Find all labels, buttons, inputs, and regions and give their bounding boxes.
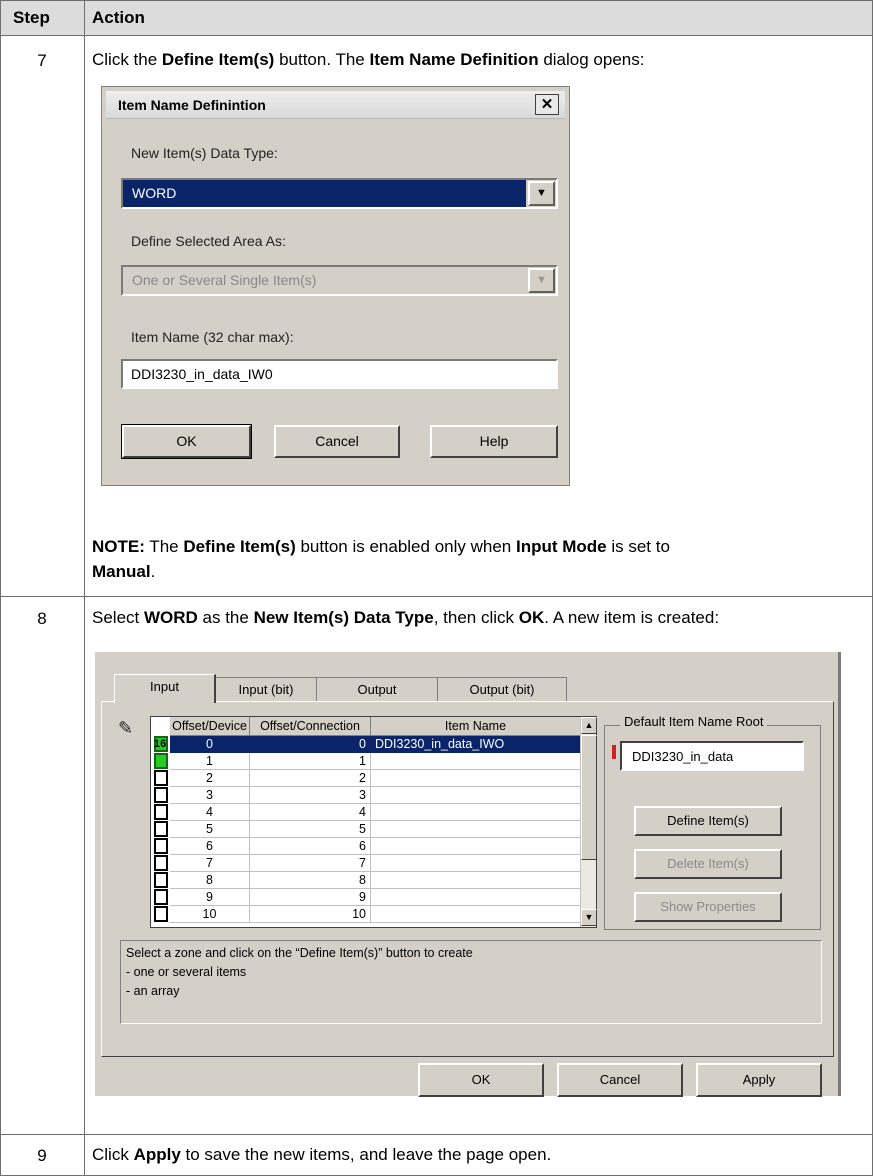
step-number: 9: [37, 1146, 47, 1165]
cell-offset-device: 2: [170, 770, 250, 787]
row-marker: [154, 770, 168, 786]
default-root-input[interactable]: DDI3230_in_data: [620, 741, 804, 771]
area-label: Define Selected Area As:: [131, 233, 286, 249]
cell-offset-connection: 7: [250, 855, 371, 872]
note-text: NOTE: The Define Item(s) button is enabl…: [92, 537, 670, 556]
header-step: Step: [13, 8, 50, 27]
cell-offset-connection: 3: [250, 787, 371, 804]
area-select: One or Several Single Item(s) ▼: [121, 265, 558, 296]
ok-button[interactable]: OK: [121, 424, 252, 459]
cell-offset-connection: 6: [250, 838, 371, 855]
hint-line: - one or several items: [126, 965, 247, 979]
cell-offset-device: 10: [170, 906, 250, 923]
scroll-down-icon[interactable]: ▼: [581, 909, 597, 926]
tab-output[interactable]: Output: [316, 677, 438, 702]
cell-offset-connection: 4: [250, 804, 371, 821]
col-offset-device[interactable]: Offset/Device: [170, 717, 250, 736]
cell-offset-connection: 10: [250, 906, 371, 923]
pencil-icon: ✎: [118, 718, 134, 738]
data-type-select[interactable]: WORD ▼: [121, 178, 558, 209]
row-marker: 16: [154, 736, 168, 752]
item-name-input[interactable]: DDI3230_in_data_IW0: [121, 359, 558, 389]
row-marker: [154, 821, 168, 837]
data-type-label: New Item(s) Data Type:: [131, 145, 278, 161]
item-name-definition-dialog: Item Name Definintion ✕ New Item(s) Data…: [101, 86, 570, 486]
scroll-up-icon[interactable]: ▲: [581, 717, 597, 734]
cell-offset-connection: 8: [250, 872, 371, 889]
cell-offset-device: 1: [170, 753, 250, 770]
cell-item-name: [371, 770, 581, 787]
apply-button[interactable]: Apply: [696, 1063, 822, 1097]
cell-item-name: [371, 889, 581, 906]
close-icon[interactable]: ✕: [535, 94, 559, 115]
item-name-label: Item Name (32 char max):: [131, 329, 294, 345]
row-marker-count: 16: [154, 738, 167, 750]
chevron-down-icon: ▼: [528, 268, 555, 293]
cancel-button[interactable]: Cancel: [274, 425, 400, 458]
chevron-down-icon[interactable]: ▼: [528, 181, 555, 206]
procedure-table: Step Action 7 Click the Define Item(s) b…: [0, 0, 873, 1176]
step-text: Click the Define Item(s) button. The Ite…: [92, 50, 645, 69]
show-properties-button: Show Properties: [634, 892, 782, 922]
hint-box: Select a zone and click on the “Define I…: [120, 940, 822, 1024]
note-text-2: Manual.: [92, 562, 156, 581]
row-marker: [154, 753, 168, 769]
col-item-name[interactable]: Item Name: [371, 717, 581, 736]
define-items-button[interactable]: Define Item(s): [634, 806, 782, 836]
default-root-label: Default Item Name Root: [620, 714, 768, 729]
row-marker: [154, 855, 168, 871]
cell-item-name: [371, 906, 581, 923]
row-marker: [154, 804, 168, 820]
grid-scrollbar[interactable]: ▲ ▼: [580, 717, 597, 927]
row-marker: [154, 889, 168, 905]
cell-item-name: DDI3230_in_data_IWO: [371, 736, 581, 753]
cell-offset-connection: 1: [250, 753, 371, 770]
scroll-thumb[interactable]: [581, 735, 597, 860]
cell-item-name: [371, 821, 581, 838]
cell-offset-connection: 2: [250, 770, 371, 787]
row-marker: [154, 872, 168, 888]
help-button[interactable]: Help: [430, 425, 558, 458]
cell-offset-device: 9: [170, 889, 250, 906]
cell-item-name: [371, 838, 581, 855]
cell-offset-connection: 5: [250, 821, 371, 838]
cell-item-name: [371, 753, 581, 770]
col-offset-connection[interactable]: Offset/Connection: [250, 717, 371, 736]
hint-line: - an array: [126, 984, 180, 998]
cell-offset-device: 7: [170, 855, 250, 872]
cell-offset-device: 0: [170, 736, 250, 753]
cell-item-name: [371, 804, 581, 821]
cell-offset-device: 6: [170, 838, 250, 855]
row-marker: [154, 838, 168, 854]
cell-item-name: [371, 855, 581, 872]
step-text: Click Apply to save the new items, and l…: [92, 1145, 552, 1164]
dialog-title: Item Name Definintion: [118, 97, 266, 113]
cell-offset-device: 4: [170, 804, 250, 821]
cell-offset-device: 3: [170, 787, 250, 804]
step-number: 7: [37, 51, 47, 70]
header-action: Action: [92, 8, 145, 27]
delete-items-button: Delete Item(s): [634, 849, 782, 879]
ok-button[interactable]: OK: [418, 1063, 544, 1097]
cell-offset-connection: 0: [250, 736, 371, 753]
cell-item-name: [371, 872, 581, 889]
cell-offset-device: 8: [170, 872, 250, 889]
tab-input-bit[interactable]: Input (bit): [215, 677, 317, 702]
cell-offset-device: 5: [170, 821, 250, 838]
warning-icon: [612, 745, 616, 759]
tab-output-bit[interactable]: Output (bit): [437, 677, 567, 702]
step-text: Select WORD as the New Item(s) Data Type…: [92, 608, 720, 627]
row-marker: [154, 906, 168, 922]
cell-item-name: [371, 787, 581, 804]
row-marker: [154, 787, 168, 803]
tab-input[interactable]: Input: [114, 674, 216, 703]
hint-line: Select a zone and click on the “Define I…: [126, 946, 473, 960]
cancel-button[interactable]: Cancel: [557, 1063, 683, 1097]
cell-offset-connection: 9: [250, 889, 371, 906]
dialog-title-bar: Item Name Definintion ✕: [106, 91, 565, 119]
step-number: 8: [37, 609, 47, 628]
